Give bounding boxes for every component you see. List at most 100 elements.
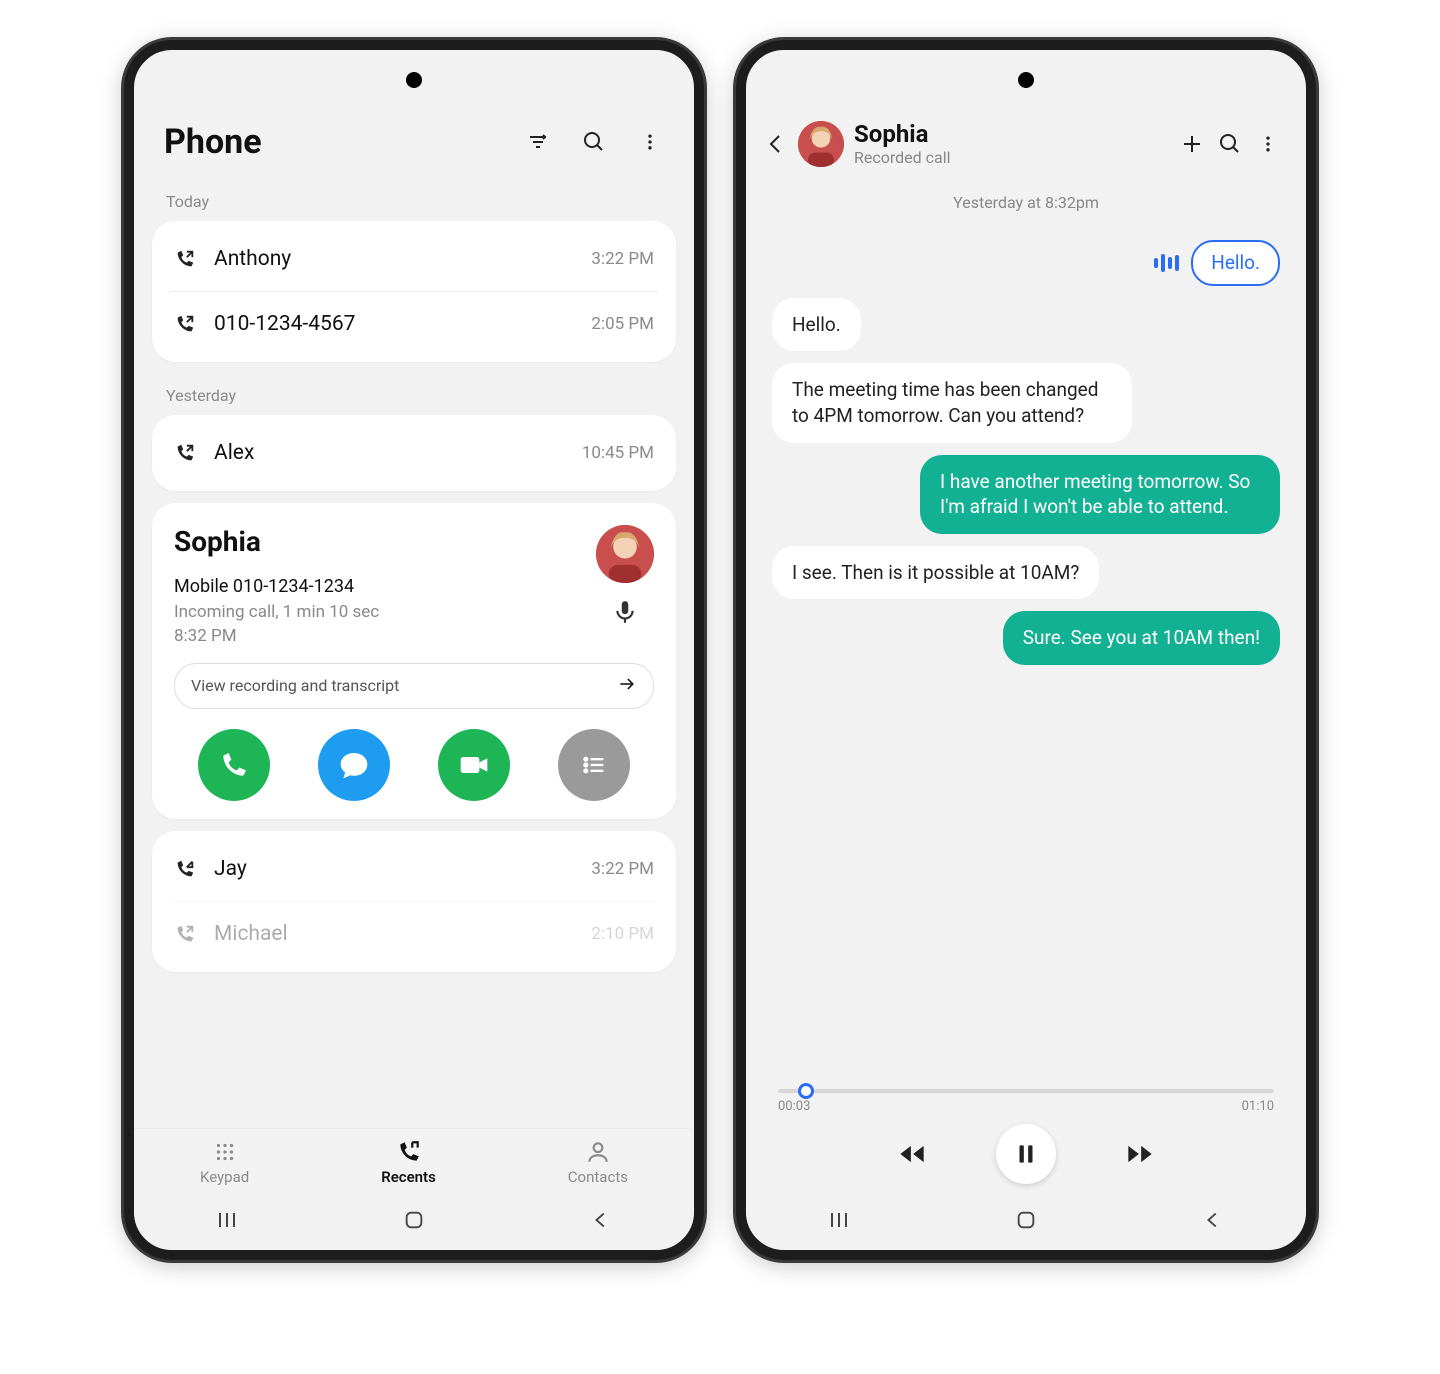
call-name: 010-1234-4567: [214, 312, 591, 336]
avatar[interactable]: [596, 525, 654, 583]
more-icon[interactable]: [1254, 130, 1282, 158]
side-button: [702, 360, 704, 450]
echo-bubble[interactable]: Hello.: [1191, 240, 1280, 286]
action-row: [174, 729, 654, 801]
details-button[interactable]: [558, 729, 630, 801]
after-card: Jay 3:22 PM Michael 2:10 PM: [152, 831, 676, 972]
recents-icon: [396, 1139, 422, 1165]
expanded-time: 8:32 PM: [174, 625, 596, 649]
section-yesterday-label: Yesterday: [134, 366, 694, 415]
rewind-button[interactable]: [896, 1138, 928, 1170]
elapsed-time: 00:03: [778, 1099, 810, 1114]
incoming-bubble[interactable]: The meeting time has been changed to 4PM…: [772, 363, 1132, 442]
forward-button[interactable]: [1124, 1138, 1156, 1170]
call-row[interactable]: 010-1234-4567 2:05 PM: [170, 291, 658, 356]
incoming-call-icon: [174, 858, 196, 880]
conversation-timestamp: Yesterday at 8:32pm: [746, 175, 1306, 222]
search-icon[interactable]: [580, 128, 608, 156]
phone-device-recents: Phone: [124, 40, 704, 1260]
call-row[interactable]: Anthony 3:22 PM: [170, 227, 658, 291]
call-name: Alex: [214, 441, 582, 465]
app-title: Phone: [164, 122, 262, 162]
tab-bar: Keypad Recents Contacts: [134, 1128, 694, 1192]
search-icon[interactable]: [1216, 130, 1244, 158]
message-row: I have another meeting tomorrow. So I'm …: [772, 455, 1280, 534]
call-time: 3:22 PM: [591, 859, 654, 879]
side-button: [1314, 250, 1316, 340]
nav-recents-icon[interactable]: [825, 1206, 853, 1234]
tab-label: Recents: [381, 1168, 436, 1186]
nav-back-icon[interactable]: [1199, 1206, 1227, 1234]
tab-keypad[interactable]: Keypad: [200, 1139, 249, 1186]
side-button: [1314, 360, 1316, 450]
video-button[interactable]: [438, 729, 510, 801]
outgoing-call-icon: [174, 442, 196, 464]
call-time: 10:45 PM: [582, 443, 654, 463]
side-button: [702, 250, 704, 340]
system-nav: [746, 1192, 1306, 1250]
yesterday-card: Alex 10:45 PM: [152, 415, 676, 491]
seek-track[interactable]: [778, 1089, 1274, 1093]
expanded-contact-card: Sophia Mobile 010-1234-1234 Incoming cal…: [152, 503, 676, 819]
call-button[interactable]: [198, 729, 270, 801]
more-icon[interactable]: [636, 128, 664, 156]
chat-subtitle: Recorded call: [854, 148, 1168, 167]
incoming-bubble[interactable]: I see. Then is it possible at 10AM?: [772, 546, 1099, 600]
seek-thumb[interactable]: [798, 1083, 814, 1099]
pause-button[interactable]: [996, 1124, 1056, 1184]
message-row: I see. Then is it possible at 10AM?: [772, 546, 1280, 600]
chat-header: Sophia Recorded call: [746, 104, 1306, 175]
nav-home-icon[interactable]: [400, 1206, 428, 1234]
outgoing-bubble[interactable]: I have another meeting tomorrow. So I'm …: [920, 455, 1280, 534]
today-card: Anthony 3:22 PM 010-1234-4567 2:05 PM: [152, 221, 676, 362]
system-nav: [134, 1192, 694, 1250]
call-time: 3:22 PM: [591, 249, 654, 269]
tab-recents[interactable]: Recents: [381, 1139, 436, 1186]
view-transcript-button[interactable]: View recording and transcript: [174, 663, 654, 709]
tab-label: Contacts: [568, 1168, 628, 1186]
outgoing-call-icon: [174, 248, 196, 270]
nav-back-icon[interactable]: [587, 1206, 615, 1234]
message-row: Sure. See you at 10AM then!: [772, 611, 1280, 665]
message-row: The meeting time has been changed to 4PM…: [772, 363, 1280, 442]
message-row: Hello.: [772, 298, 1280, 352]
call-row[interactable]: Jay 3:22 PM: [170, 837, 658, 901]
filter-icon[interactable]: [524, 128, 552, 156]
back-button[interactable]: [764, 132, 788, 156]
tab-contacts[interactable]: Contacts: [568, 1139, 628, 1186]
transcription-echo-row: Hello.: [772, 240, 1280, 286]
expanded-name: Sophia: [174, 525, 596, 558]
call-name: Anthony: [214, 247, 591, 271]
call-time: 2:05 PM: [591, 314, 654, 334]
add-icon[interactable]: [1178, 130, 1206, 158]
outgoing-call-icon: [174, 313, 196, 335]
chat-body[interactable]: Hello. Hello. The meeting time has been …: [746, 222, 1306, 1081]
incoming-bubble[interactable]: Hello.: [772, 298, 861, 352]
arrow-right-icon: [617, 674, 637, 698]
mic-icon: [612, 599, 638, 625]
expanded-number: Mobile 010-1234-1234: [174, 576, 596, 597]
app-header: Phone: [134, 104, 694, 172]
call-row[interactable]: Alex 10:45 PM: [170, 421, 658, 485]
keypad-icon: [212, 1139, 238, 1165]
contacts-icon: [585, 1139, 611, 1165]
nav-recents-icon[interactable]: [213, 1206, 241, 1234]
outgoing-bubble[interactable]: Sure. See you at 10AM then!: [1003, 611, 1280, 665]
nav-home-icon[interactable]: [1012, 1206, 1040, 1234]
expanded-desc: Incoming call, 1 min 10 sec: [174, 601, 596, 625]
call-row[interactable]: Michael 2:10 PM: [170, 901, 658, 966]
call-time: 2:10 PM: [591, 924, 654, 944]
avatar[interactable]: [798, 121, 844, 167]
total-time: 01:10: [1242, 1099, 1274, 1114]
message-button[interactable]: [318, 729, 390, 801]
call-list[interactable]: Today Anthony 3:22 PM: [134, 172, 694, 1128]
tab-label: Keypad: [200, 1168, 249, 1186]
call-name: Michael: [214, 922, 591, 946]
phone-device-transcript: Sophia Recorded call Yesterday at 8:32pm…: [736, 40, 1316, 1260]
outgoing-call-icon: [174, 923, 196, 945]
transcript-label: View recording and transcript: [191, 676, 399, 695]
section-today-label: Today: [134, 172, 694, 221]
chat-name: Sophia: [854, 120, 1168, 148]
playback-panel: 00:03 01:10: [746, 1081, 1306, 1192]
header-actions: [524, 128, 664, 156]
